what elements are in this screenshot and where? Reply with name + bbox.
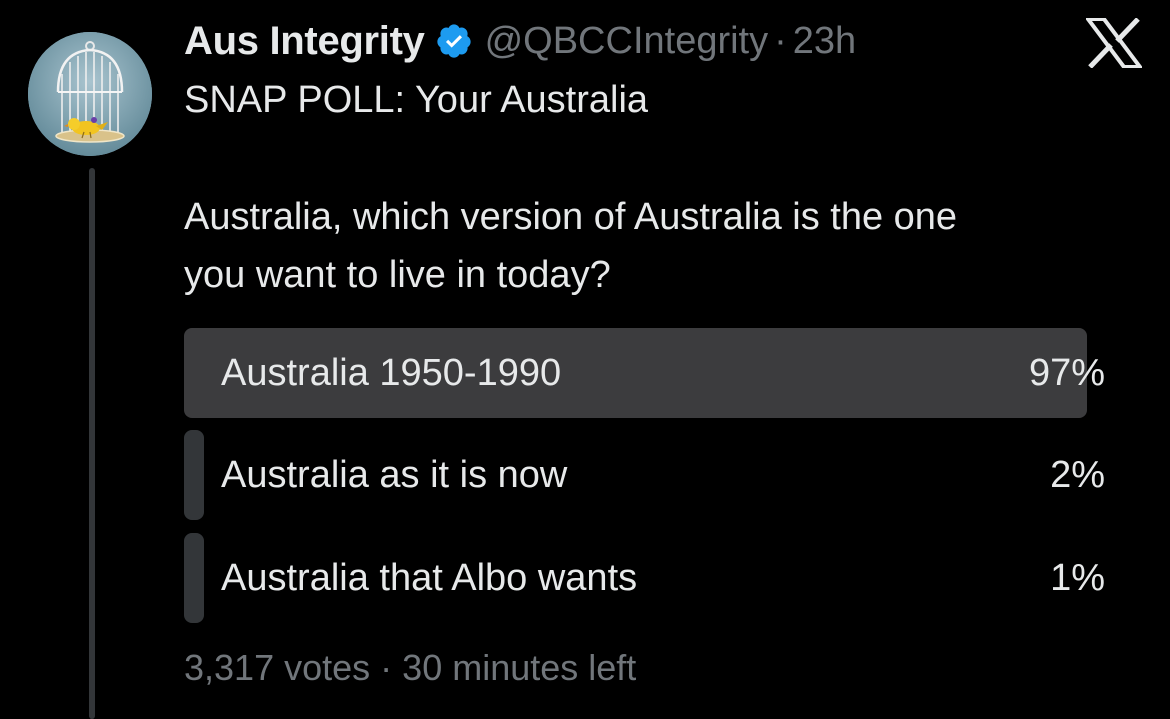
avatar[interactable] [28,32,152,156]
poll-option-percent: 1% [1050,557,1105,599]
poll-option-label: Australia that Albo wants [221,557,638,599]
poll-option[interactable]: Australia 1950-1990 97% [184,328,1115,418]
poll-result-bar [184,533,205,623]
poll-vote-count: 3,317 votes [184,647,371,688]
poll-option[interactable]: Australia that Albo wants 1% [184,533,1115,623]
thread-line [89,168,95,719]
poll-option-percent: 97% [1028,352,1105,394]
poll-option-percent: 2% [1050,454,1105,496]
tweet-text-line-1: SNAP POLL: Your Australia [184,79,649,121]
tweet-text-line-3: you want to live in today? [184,254,611,296]
tweet-header: Aus Integrity @QBCCIntegrity · 23h [184,16,856,66]
poll-option-label: Australia 1950-1990 [221,352,562,394]
poll-result-bar [184,430,205,520]
verified-badge-icon[interactable] [435,22,473,60]
poll-time-left: 30 minutes left [402,647,637,688]
poll-option-label: Australia as it is now [221,454,568,496]
poll-footer-separator: · [380,647,393,688]
display-name[interactable]: Aus Integrity [184,19,425,64]
poll-option[interactable]: Australia as it is now 2% [184,430,1115,520]
tweet-timestamp[interactable]: 23h [793,20,856,63]
header-separator: · [774,19,787,62]
user-handle[interactable]: @QBCCIntegrity [485,20,769,63]
tweet-text-line-2: Australia, which version of Australia is… [184,196,958,238]
birdcage-avatar-image [28,32,152,156]
poll-footer: 3,317 votes · 30 minutes left [184,644,636,692]
x-logo-icon[interactable] [1084,17,1144,69]
